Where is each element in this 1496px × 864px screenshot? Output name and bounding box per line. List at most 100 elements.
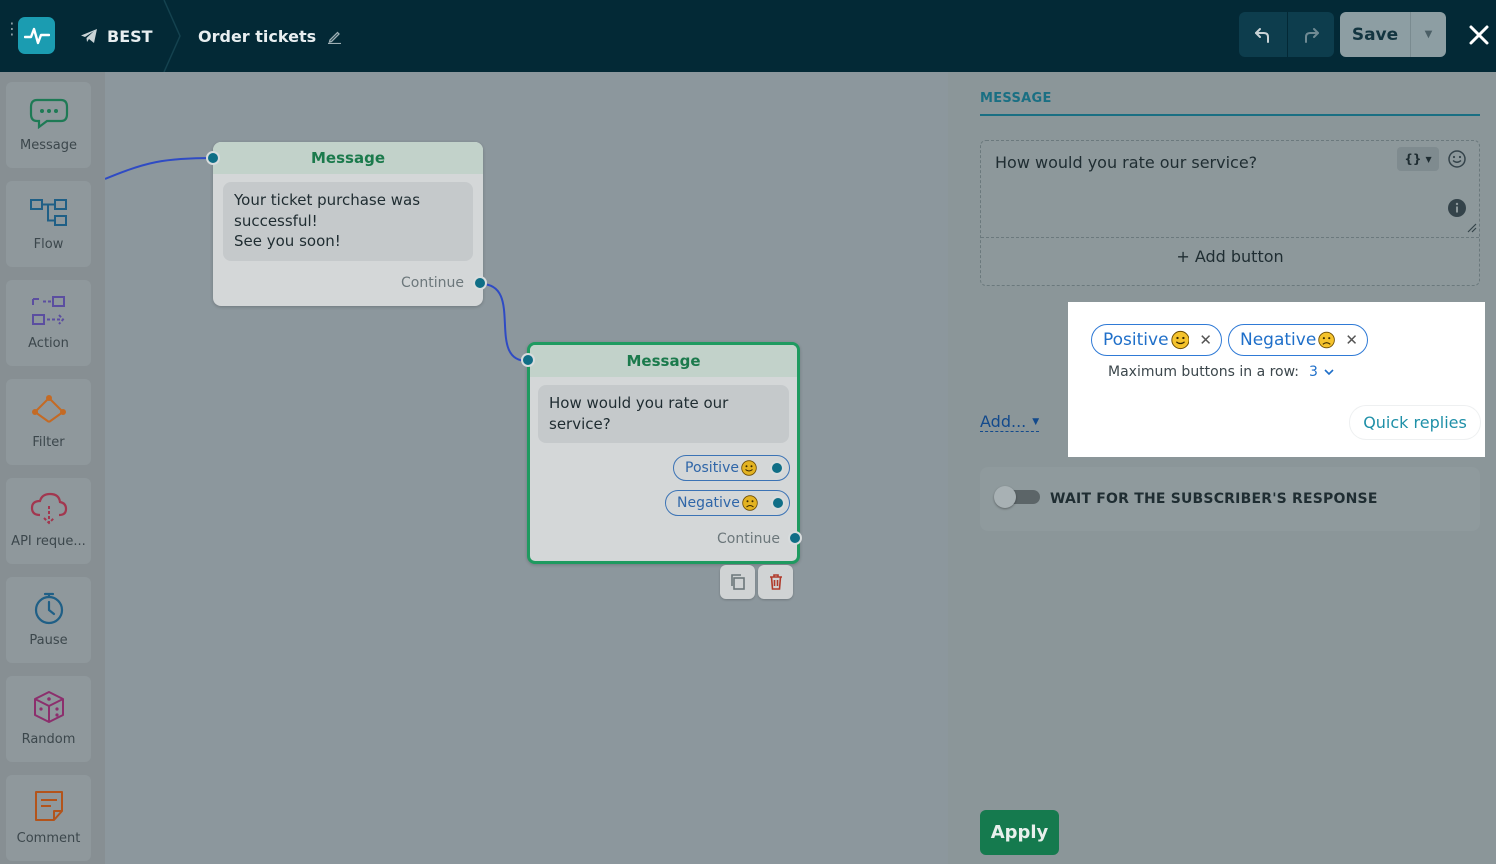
history-buttons [1239,12,1334,57]
close-icon [1469,25,1489,45]
caret-down-icon: ▼ [1032,416,1040,427]
palette-label: Action [28,336,69,351]
pencil-icon[interactable] [327,29,342,44]
emoji-picker-icon[interactable] [1447,149,1467,169]
quick-reply-chip-positive[interactable]: Positive [673,455,790,481]
chip-label: Negative [1240,330,1317,350]
cloud-icon [29,490,69,528]
flow-canvas[interactable]: Message Your ticket purchase was success… [105,72,948,864]
palette-label: Flow [33,237,64,252]
braces-icon: {} [1404,152,1422,166]
wait-response-row: WAIT FOR THE SUBSCRIBER'S RESPONSE [980,467,1480,531]
sad-emoji-icon [1318,331,1336,349]
flow-title[interactable]: Order tickets [198,24,342,48]
apply-button[interactable]: Apply [980,810,1059,855]
continue-port[interactable] [473,276,487,290]
copy-icon [730,574,745,590]
max-buttons-row: Maximum buttons in a row: 3 [1108,364,1334,380]
continue-label: Continue [717,531,780,547]
node-title: Message [530,345,797,377]
message-line: How would you rate our [549,394,729,412]
breadcrumb-separator [163,0,181,72]
chip-label: Negative [677,495,740,511]
resize-handle-icon[interactable] [1465,221,1477,233]
delete-node-button[interactable] [758,565,793,599]
continue-port[interactable] [788,531,802,545]
sad-emoji-icon [742,495,758,511]
quick-reply-chip-positive[interactable]: Positive ✕ [1091,324,1222,356]
redo-button[interactable] [1286,12,1335,57]
palette-item-action[interactable]: Action [6,280,91,366]
chip-label: Positive [1103,330,1169,350]
chat-bubble-icon [29,94,69,132]
max-buttons-label: Maximum buttons in a row: [1108,364,1300,380]
section-title: MESSAGE [980,91,1052,106]
palette-item-comment[interactable]: Comment [6,775,91,861]
button-port[interactable] [769,461,784,475]
toggle-knob [994,486,1016,508]
palette-label: API reque... [11,534,86,549]
quick-replies-card: Positive ✕ Negative ✕ Maximum buttons in… [1068,302,1485,457]
save-options-button[interactable]: ▼ [1410,12,1446,57]
palette-item-random[interactable]: Random [6,676,91,762]
message-line: successful! [234,211,318,230]
palette-item-flow[interactable]: Flow [6,181,91,267]
trash-icon [769,574,782,590]
duplicate-node-button[interactable] [720,565,755,599]
section-underline [980,114,1480,116]
button-port[interactable] [770,496,785,510]
add-button[interactable]: + Add button [981,247,1479,266]
block-palette: Message Flow Action Filter API reque... … [0,72,105,864]
palette-label: Comment [16,831,81,846]
message-bubble: Your ticket purchase was successful! See… [223,182,473,261]
smile-emoji-icon [1170,330,1190,350]
max-buttons-value: 3 [1309,364,1318,380]
palette-label: Message [20,138,77,153]
menu-dots-icon[interactable]: ⋮ [4,21,20,37]
palette-label: Pause [29,633,68,648]
remove-chip-icon[interactable]: ✕ [1199,331,1212,349]
continue-label: Continue [401,275,464,291]
palette-item-pause[interactable]: Pause [6,577,91,663]
add-menu-label: Add... [980,412,1027,431]
flow-icon [29,193,69,231]
chevron-down-icon [1324,369,1334,376]
palette-label: Filter [32,435,65,450]
chip-label: Positive [685,460,739,476]
smile-emoji-icon [741,460,757,476]
quick-reply-chip-negative[interactable]: Negative [665,490,790,516]
palette-item-message[interactable]: Message [6,82,91,168]
message-line: See you soon! [234,232,341,250]
max-buttons-select[interactable]: 3 [1309,364,1334,380]
message-editor[interactable]: How would you rate our service? {} ▼ + Ad… [980,140,1480,286]
connection-line [480,283,529,363]
app-logo-icon[interactable] [18,17,55,54]
input-port[interactable] [206,151,220,165]
message-node[interactable]: Message Your ticket purchase was success… [213,142,483,306]
message-textarea[interactable]: How would you rate our service? [995,153,1257,172]
palette-item-filter[interactable]: Filter [6,379,91,465]
action-icon [29,292,69,330]
undo-icon [1254,27,1269,43]
input-port[interactable] [521,353,535,367]
flow-title-text: Order tickets [198,26,317,46]
close-button[interactable] [1466,22,1492,48]
quick-replies-type-button[interactable]: Quick replies [1350,406,1480,439]
add-menu-dropdown[interactable]: Add... ▼ [980,412,1040,432]
quick-reply-chip-negative[interactable]: Negative ✕ [1228,324,1368,356]
undo-button[interactable] [1239,12,1287,57]
message-bubble: How would you rate our service? [538,385,789,443]
info-icon[interactable] [1447,198,1467,218]
wait-response-toggle[interactable] [994,486,1040,508]
palette-item-api-request[interactable]: API reque... [6,478,91,564]
redo-icon [1304,27,1319,43]
insert-variable-button[interactable]: {} ▼ [1397,147,1439,171]
filter-icon [29,391,69,429]
top-bar: ⋮ BEST Order tickets Save ▼ [0,0,1496,72]
caret-down-icon: ▼ [1425,154,1432,164]
remove-chip-icon[interactable]: ✕ [1345,331,1358,349]
bot-breadcrumb[interactable]: BEST [80,24,153,48]
caret-down-icon: ▼ [1424,29,1433,40]
save-button[interactable]: Save [1340,12,1410,57]
message-node-selected[interactable]: Message How would you rate our service? … [527,342,800,564]
